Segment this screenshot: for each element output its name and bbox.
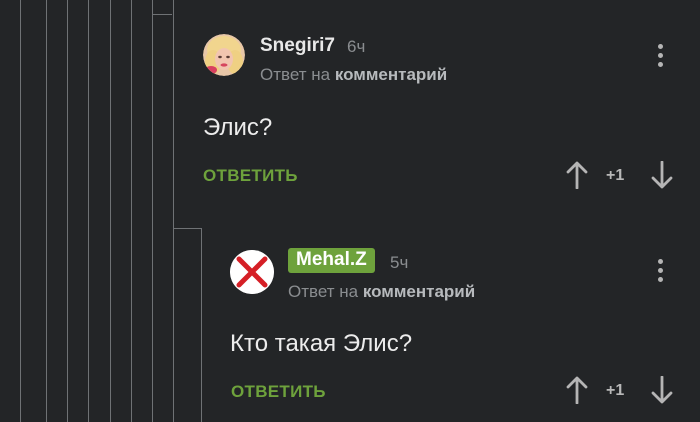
thread-line[interactable] [20, 0, 21, 422]
downvote-arrow-icon[interactable] [651, 161, 673, 189]
thread-line[interactable] [88, 0, 89, 422]
username[interactable]: Snegiri7 [260, 35, 335, 57]
reply-target-link[interactable]: комментарий [363, 282, 475, 301]
thread-line[interactable] [46, 0, 47, 422]
rating-score: +1 [606, 382, 625, 399]
upvote-arrow-icon[interactable] [566, 161, 588, 189]
avatar[interactable] [230, 250, 274, 294]
avatar[interactable] [203, 34, 245, 76]
reply-to-label[interactable]: Ответ на комментарий [260, 65, 447, 85]
user-photo-avatar [203, 34, 245, 76]
reply-button[interactable]: ОТВЕТИТЬ [203, 166, 298, 186]
thread-line[interactable] [67, 0, 68, 422]
thread-line[interactable] [131, 0, 132, 422]
upvote-arrow-icon[interactable] [566, 376, 588, 404]
thread-line[interactable] [173, 0, 174, 422]
thread-line-nested[interactable] [201, 228, 202, 422]
more-options-icon[interactable] [658, 44, 664, 71]
red-x-avatar-icon [230, 250, 274, 294]
thread-branch [152, 14, 172, 15]
comment-text: Кто такая Элис? [230, 330, 413, 357]
more-options-icon[interactable] [658, 259, 664, 286]
comment-time: 5ч [390, 253, 409, 272]
comment-text: Элис? [203, 114, 273, 141]
reply-to-label[interactable]: Ответ на комментарий [288, 282, 475, 302]
reply-prefix: Ответ на [260, 65, 331, 84]
reply-prefix: Ответ на [288, 282, 359, 301]
thread-line[interactable] [152, 0, 153, 422]
reply-button[interactable]: ОТВЕТИТЬ [231, 382, 326, 402]
thread-line[interactable] [110, 0, 111, 422]
thread-branch [173, 228, 201, 229]
rating-score: +1 [606, 167, 625, 184]
downvote-arrow-icon[interactable] [651, 376, 673, 404]
username-badge[interactable]: Mehal.Z [288, 248, 375, 273]
comment-time: 6ч [347, 37, 366, 56]
reply-target-link[interactable]: комментарий [335, 65, 447, 84]
